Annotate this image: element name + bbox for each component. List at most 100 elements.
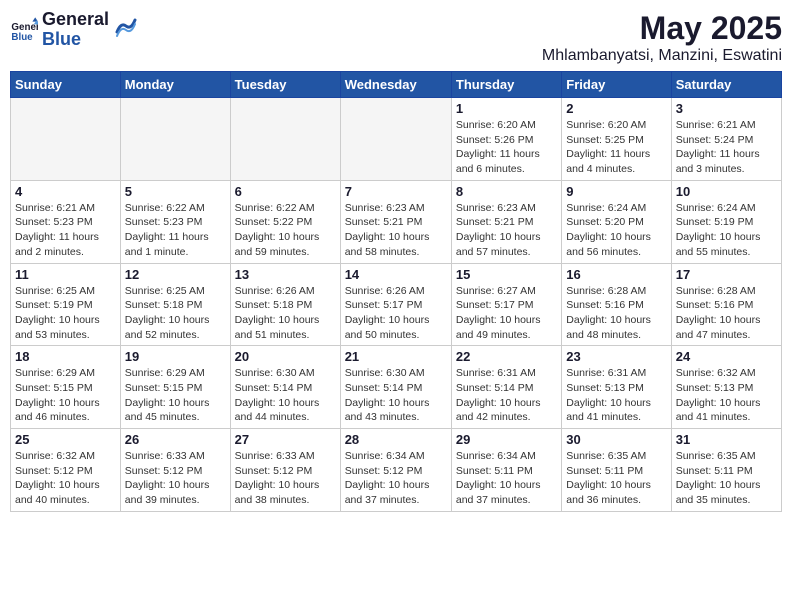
weekday-header-wednesday: Wednesday: [340, 72, 451, 98]
day-number: 13: [235, 267, 336, 282]
logo-wave-icon: [115, 12, 137, 40]
calendar-cell: 17 Sunrise: 6:28 AM Sunset: 5:16 PM Dayli…: [671, 263, 781, 346]
weekday-header-monday: Monday: [120, 72, 230, 98]
day-info: Sunrise: 6:33 AM Sunset: 5:12 PM Dayligh…: [125, 449, 226, 508]
day-number: 27: [235, 432, 336, 447]
day-number: 21: [345, 349, 447, 364]
day-number: 20: [235, 349, 336, 364]
day-info: Sunrise: 6:28 AM Sunset: 5:16 PM Dayligh…: [676, 284, 777, 343]
day-number: 9: [566, 184, 666, 199]
day-info: Sunrise: 6:24 AM Sunset: 5:20 PM Dayligh…: [566, 201, 666, 260]
day-info: Sunrise: 6:34 AM Sunset: 5:11 PM Dayligh…: [456, 449, 557, 508]
location-title: Mhlambanyatsi, Manzini, Eswatini: [542, 47, 782, 65]
day-number: 5: [125, 184, 226, 199]
day-number: 31: [676, 432, 777, 447]
calendar-cell: 1 Sunrise: 6:20 AM Sunset: 5:26 PM Daylig…: [451, 98, 561, 181]
calendar-cell: 12 Sunrise: 6:25 AM Sunset: 5:18 PM Dayli…: [120, 263, 230, 346]
calendar-cell: 8 Sunrise: 6:23 AM Sunset: 5:21 PM Daylig…: [451, 180, 561, 263]
calendar-cell: 15Sunrise: 6:27 AM Sunset: 5:17 PM Dayli…: [451, 263, 561, 346]
day-number: 16: [566, 267, 666, 282]
calendar-cell: 28 Sunrise: 6:34 AM Sunset: 5:12 PM Dayli…: [340, 429, 451, 512]
weekday-header-sunday: Sunday: [11, 72, 121, 98]
calendar-cell: 20 Sunrise: 6:30 AM Sunset: 5:14 PM Dayli…: [230, 346, 340, 429]
day-number: 12: [125, 267, 226, 282]
day-number: 3: [676, 101, 777, 116]
calendar-cell: 4Sunrise: 6:21 AM Sunset: 5:23 PM Daylig…: [11, 180, 121, 263]
weekday-header-saturday: Saturday: [671, 72, 781, 98]
day-number: 6: [235, 184, 336, 199]
day-number: 14: [345, 267, 447, 282]
week-row-4: 18Sunrise: 6:29 AM Sunset: 5:15 PM Dayli…: [11, 346, 782, 429]
day-number: 17: [676, 267, 777, 282]
calendar-cell: 16 Sunrise: 6:28 AM Sunset: 5:16 PM Dayli…: [562, 263, 671, 346]
calendar-cell: 3 Sunrise: 6:21 AM Sunset: 5:24 PM Daylig…: [671, 98, 781, 181]
day-number: 30: [566, 432, 666, 447]
day-number: 29: [456, 432, 557, 447]
day-number: 28: [345, 432, 447, 447]
calendar-cell: 30Sunrise: 6:35 AM Sunset: 5:11 PM Dayli…: [562, 429, 671, 512]
day-info: Sunrise: 6:33 AM Sunset: 5:12 PM Dayligh…: [235, 449, 336, 508]
calendar-cell: 6Sunrise: 6:22 AM Sunset: 5:22 PM Daylig…: [230, 180, 340, 263]
day-info: Sunrise: 6:23 AM Sunset: 5:21 PM Dayligh…: [456, 201, 557, 260]
day-info: Sunrise: 6:26 AM Sunset: 5:18 PM Dayligh…: [235, 284, 336, 343]
day-info: Sunrise: 6:31 AM Sunset: 5:13 PM Dayligh…: [566, 366, 666, 425]
calendar-cell: 19Sunrise: 6:29 AM Sunset: 5:15 PM Dayli…: [120, 346, 230, 429]
title-area: May 2025 Mhlambanyatsi, Manzini, Eswatin…: [542, 10, 782, 65]
day-info: Sunrise: 6:32 AM Sunset: 5:12 PM Dayligh…: [15, 449, 116, 508]
month-title: May 2025: [542, 10, 782, 47]
calendar-cell: [340, 98, 451, 181]
calendar-cell: 10Sunrise: 6:24 AM Sunset: 5:19 PM Dayli…: [671, 180, 781, 263]
calendar-cell: [230, 98, 340, 181]
weekday-header-thursday: Thursday: [451, 72, 561, 98]
day-info: Sunrise: 6:25 AM Sunset: 5:19 PM Dayligh…: [15, 284, 116, 343]
day-info: Sunrise: 6:34 AM Sunset: 5:12 PM Dayligh…: [345, 449, 447, 508]
day-number: 26: [125, 432, 226, 447]
logo-general-text: General: [42, 10, 109, 30]
day-info: Sunrise: 6:26 AM Sunset: 5:17 PM Dayligh…: [345, 284, 447, 343]
day-number: 1: [456, 101, 557, 116]
calendar-cell: 11 Sunrise: 6:25 AM Sunset: 5:19 PM Dayli…: [11, 263, 121, 346]
weekday-header-tuesday: Tuesday: [230, 72, 340, 98]
day-number: 2: [566, 101, 666, 116]
calendar-cell: 22 Sunrise: 6:31 AM Sunset: 5:14 PM Dayli…: [451, 346, 561, 429]
day-number: 22: [456, 349, 557, 364]
day-number: 7: [345, 184, 447, 199]
day-info: Sunrise: 6:25 AM Sunset: 5:18 PM Dayligh…: [125, 284, 226, 343]
calendar-cell: 13 Sunrise: 6:26 AM Sunset: 5:18 PM Dayli…: [230, 263, 340, 346]
day-info: Sunrise: 6:21 AM Sunset: 5:24 PM Dayligh…: [676, 118, 777, 177]
calendar-cell: 23Sunrise: 6:31 AM Sunset: 5:13 PM Dayli…: [562, 346, 671, 429]
day-info: Sunrise: 6:28 AM Sunset: 5:16 PM Dayligh…: [566, 284, 666, 343]
svg-text:Blue: Blue: [11, 32, 33, 43]
logo-icon: General Blue: [10, 16, 38, 44]
week-row-5: 25 Sunrise: 6:32 AM Sunset: 5:12 PM Dayli…: [11, 429, 782, 512]
weekday-header-row: SundayMondayTuesdayWednesdayThursdayFrid…: [11, 72, 782, 98]
day-number: 19: [125, 349, 226, 364]
calendar-cell: 2 Sunrise: 6:20 AM Sunset: 5:25 PM Daylig…: [562, 98, 671, 181]
calendar-table: SundayMondayTuesdayWednesdayThursdayFrid…: [10, 71, 782, 512]
header: General Blue General Blue May 2025 Mhlam…: [10, 10, 782, 65]
day-info: Sunrise: 6:22 AM Sunset: 5:23 PM Dayligh…: [125, 201, 226, 260]
day-info: Sunrise: 6:27 AM Sunset: 5:17 PM Dayligh…: [456, 284, 557, 343]
day-number: 18: [15, 349, 116, 364]
day-number: 25: [15, 432, 116, 447]
calendar-cell: 21 Sunrise: 6:30 AM Sunset: 5:14 PM Dayli…: [340, 346, 451, 429]
day-info: Sunrise: 6:20 AM Sunset: 5:26 PM Dayligh…: [456, 118, 557, 177]
day-info: Sunrise: 6:31 AM Sunset: 5:14 PM Dayligh…: [456, 366, 557, 425]
calendar-cell: 25 Sunrise: 6:32 AM Sunset: 5:12 PM Dayli…: [11, 429, 121, 512]
day-number: 8: [456, 184, 557, 199]
day-info: Sunrise: 6:20 AM Sunset: 5:25 PM Dayligh…: [566, 118, 666, 177]
calendar-cell: 26 Sunrise: 6:33 AM Sunset: 5:12 PM Dayli…: [120, 429, 230, 512]
calendar-cell: 18Sunrise: 6:29 AM Sunset: 5:15 PM Dayli…: [11, 346, 121, 429]
day-info: Sunrise: 6:30 AM Sunset: 5:14 PM Dayligh…: [345, 366, 447, 425]
day-info: Sunrise: 6:30 AM Sunset: 5:14 PM Dayligh…: [235, 366, 336, 425]
day-number: 4: [15, 184, 116, 199]
calendar-cell: 31Sunrise: 6:35 AM Sunset: 5:11 PM Dayli…: [671, 429, 781, 512]
calendar-cell: 29 Sunrise: 6:34 AM Sunset: 5:11 PM Dayli…: [451, 429, 561, 512]
day-number: 11: [15, 267, 116, 282]
calendar-cell: 24Sunrise: 6:32 AM Sunset: 5:13 PM Dayli…: [671, 346, 781, 429]
logo-blue-text: Blue: [42, 30, 109, 50]
calendar-cell: 5 Sunrise: 6:22 AM Sunset: 5:23 PM Daylig…: [120, 180, 230, 263]
day-info: Sunrise: 6:24 AM Sunset: 5:19 PM Dayligh…: [676, 201, 777, 260]
calendar-cell: 9 Sunrise: 6:24 AM Sunset: 5:20 PM Daylig…: [562, 180, 671, 263]
weekday-header-friday: Friday: [562, 72, 671, 98]
